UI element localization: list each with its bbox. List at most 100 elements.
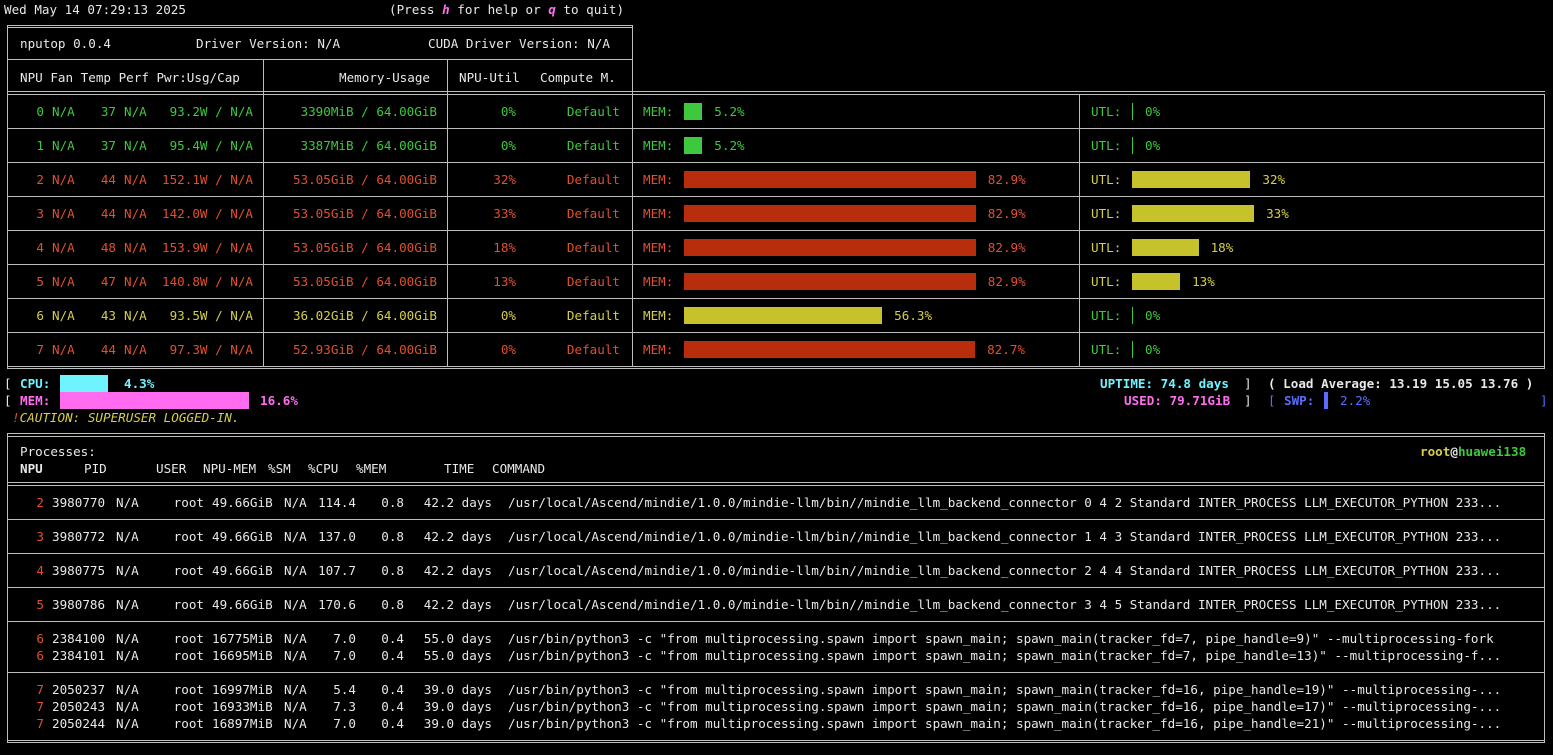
proc-command: /usr/local/Ascend/mindie/1.0.0/mindie-ll…: [508, 529, 1502, 544]
frame-hline: [7, 162, 1545, 163]
proc-col-sm[interactable]: %SM: [268, 460, 291, 477]
frame-hline: [7, 264, 1545, 265]
frame-hline: [7, 672, 1545, 673]
proc-sm: N/A: [284, 597, 307, 612]
npu-perf: N/A: [124, 240, 147, 255]
npu-utl-label: UTL:: [1091, 172, 1122, 187]
npu-mem-bar: [684, 137, 703, 154]
proc-cpu: 7.0: [333, 716, 356, 731]
frame-hline: [7, 366, 1545, 367]
used-memory: USED: 79.71GiB: [1124, 393, 1231, 408]
cuda-driver-version: CUDA Driver Version: N/A: [428, 36, 610, 51]
proc-sm: N/A: [284, 529, 307, 544]
npu-mem-label: MEM:: [643, 138, 674, 153]
proc-time: 42.2 days: [423, 597, 492, 612]
col-header-util: NPU-Util: [459, 70, 520, 85]
frame-hline: [7, 742, 1545, 743]
at-sign: @: [1450, 444, 1458, 459]
proc-col-user[interactable]: USER: [156, 460, 186, 477]
frame-hline: [7, 433, 1545, 434]
proc-command: /usr/local/Ascend/mindie/1.0.0/mindie-ll…: [508, 563, 1502, 578]
npu-id: 7: [36, 342, 44, 357]
npu-temp: 37: [100, 138, 116, 153]
npu-perf: N/A: [124, 172, 147, 187]
help-prefix: (Press: [389, 2, 443, 17]
proc-user: root: [173, 597, 204, 612]
proc-col-pid[interactable]: PID: [84, 460, 107, 477]
npu-compute-mode: Default: [566, 206, 620, 221]
proc-mem: 0.8: [381, 563, 404, 578]
proc-pid: 3980775: [52, 563, 106, 578]
frame-hline: [7, 91, 1545, 92]
npu-fan: N/A: [52, 274, 75, 289]
proc-npu: 3: [36, 529, 44, 544]
frame-hline: [7, 482, 1545, 483]
frame-hline: [7, 298, 1545, 299]
npu-memory-usage: 53.05GiB / 64.00GiB: [292, 240, 437, 255]
npu-id: 5: [36, 274, 44, 289]
col-header-memory: Memory-Usage: [339, 70, 430, 85]
proc-npu-mem: 16997MiB: [212, 682, 273, 697]
proc-command: /usr/bin/python3 -c "from multiprocessin…: [508, 716, 1502, 731]
npu-utl-percent: 32%: [1262, 172, 1286, 187]
npu-compute-mode: Default: [566, 138, 620, 153]
frame-hline: [7, 485, 1545, 486]
proc-mem: 0.4: [381, 699, 404, 714]
proc-na: N/A: [116, 631, 139, 646]
npu-mem-bar: [684, 171, 976, 188]
help-mid: for help or: [449, 2, 549, 17]
cpu-open-bracket: [: [4, 376, 12, 391]
frame-vline: [447, 60, 448, 94]
help-key[interactable]: h: [442, 2, 450, 17]
npu-utl-label: UTL:: [1091, 206, 1122, 221]
npu-id: 6: [36, 308, 44, 323]
proc-time: 42.2 days: [423, 495, 492, 510]
npu-utl-bar: [1132, 171, 1251, 188]
frame-vline: [7, 25, 8, 95]
npu-temp: 44: [100, 342, 116, 357]
proc-sm: N/A: [284, 699, 307, 714]
proc-user: root: [173, 529, 204, 544]
swp-close-bracket: ]: [1540, 393, 1548, 408]
proc-col-mem[interactable]: %MEM: [356, 460, 386, 477]
proc-time: 39.0 days: [423, 682, 492, 697]
proc-col-npu[interactable]: NPU: [20, 460, 43, 477]
proc-col-command[interactable]: COMMAND: [492, 460, 545, 477]
proc-na: N/A: [116, 716, 139, 731]
npu-power: 142.0W / N/A: [162, 206, 253, 221]
proc-sm: N/A: [284, 563, 307, 578]
proc-npu: 5: [36, 597, 44, 612]
proc-col-time[interactable]: TIME: [444, 460, 474, 477]
npu-util: 18%: [493, 240, 516, 255]
npu-perf: N/A: [124, 274, 147, 289]
proc-npu-mem: 16933MiB: [212, 699, 273, 714]
proc-mem: 0.4: [381, 631, 404, 646]
quit-key[interactable]: q: [548, 2, 556, 17]
npu-power: 153.9W / N/A: [162, 240, 253, 255]
proc-na: N/A: [116, 495, 139, 510]
user-host: root@huawei138: [1420, 443, 1526, 460]
proc-pid: 2384101: [52, 648, 106, 663]
npu-utl-label: UTL:: [1091, 138, 1122, 153]
swp-usage-bar: [1324, 392, 1328, 409]
npu-temp: 43: [100, 308, 116, 323]
npu-compute-mode: Default: [566, 172, 620, 187]
proc-col-cpu[interactable]: %CPU: [308, 460, 338, 477]
frame-hline: [7, 59, 633, 60]
proc-command: /usr/bin/python3 -c "from multiprocessin…: [508, 648, 1502, 663]
proc-col-npumem[interactable]: NPU-MEM: [203, 460, 256, 477]
frame-hline: [7, 230, 1545, 231]
load-average: ( Load Average: 13.19 15.05 13.76 ): [1268, 376, 1534, 391]
npu-perf: N/A: [124, 206, 147, 221]
proc-na: N/A: [116, 529, 139, 544]
proc-pid: 2384100: [52, 631, 106, 646]
npu-fan: N/A: [52, 206, 75, 221]
npu-perf: N/A: [124, 342, 147, 357]
caution-text: CAUTION: SUPERUSER LOGGED-IN.: [19, 410, 240, 425]
proc-npu-mem: 49.66GiB: [212, 529, 273, 544]
proc-cpu: 7.3: [333, 699, 356, 714]
npu-mem-percent: 56.3%: [894, 308, 933, 323]
npu-memory-usage: 52.93GiB / 64.00GiB: [292, 342, 437, 357]
npu-mem-percent: 82.9%: [987, 206, 1026, 221]
npu-utl-percent: 33%: [1266, 206, 1289, 221]
